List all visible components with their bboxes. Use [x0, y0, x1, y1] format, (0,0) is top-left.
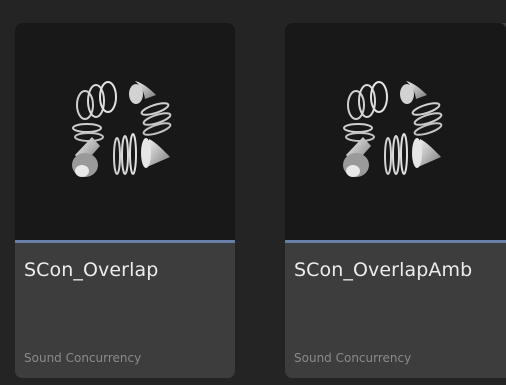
asset-thumbnail	[285, 23, 506, 240]
asset-name: SCon_Overlap	[24, 259, 159, 281]
sound-concurrency-icon	[342, 80, 442, 177]
asset-tile-scon-overlap[interactable]: SCon_Overlap Sound Concurrency	[15, 23, 235, 378]
asset-tile-scon-overlapamb[interactable]: SCon_OverlapAmb Sound Concurrency	[285, 23, 506, 378]
asset-type-color-bar	[285, 240, 506, 243]
asset-type-label: Sound Concurrency	[294, 351, 412, 365]
sound-concurrency-icon	[72, 80, 172, 177]
asset-name: SCon_OverlapAmb	[294, 259, 473, 281]
asset-type-color-bar	[15, 240, 235, 243]
content-browser-asset-grid: SCon_Overlap Sound Concurrency SCon_Over…	[0, 0, 506, 385]
asset-type-label: Sound Concurrency	[24, 351, 142, 365]
asset-thumbnail	[15, 23, 235, 240]
